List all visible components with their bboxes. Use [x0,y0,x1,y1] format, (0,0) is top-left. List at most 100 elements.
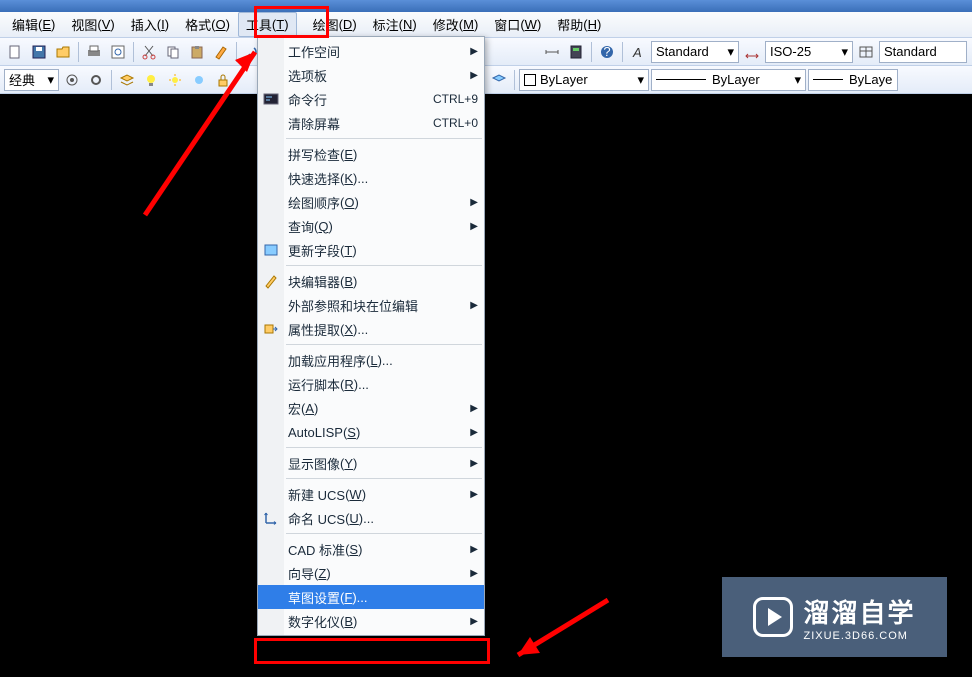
menu-macro[interactable]: 宏(A)▶ [258,396,484,420]
submenu-arrow-icon: ▶ [470,427,478,438]
menu-bar: 编辑(E) 视图(V) 插入(I) 格式(O) 工具(T) 绘图(D) 标注(N… [0,12,972,38]
submenu-arrow-icon: ▶ [470,616,478,627]
open-icon[interactable] [52,41,74,63]
separator [111,70,112,90]
toolbar-standard: ? A Standard▾ ISO-25▾ Standard [0,38,972,66]
submenu-arrow-icon: ▶ [470,458,478,469]
separator [591,42,592,62]
table-style-icon[interactable] [855,41,877,63]
commandline-icon [262,90,280,108]
menu-separator [286,138,482,139]
separator [78,42,79,62]
menu-edit[interactable]: 编辑(E) [4,12,63,37]
color-dropdown[interactable]: ByLayer▾ [519,69,649,91]
submenu-arrow-icon: ▶ [470,70,478,81]
table-style-dropdown[interactable]: Standard [879,41,967,63]
match-icon[interactable] [210,41,232,63]
menu-format[interactable]: 格式(O) [177,12,238,37]
gear-icon[interactable] [85,69,107,91]
separator [236,42,237,62]
menu-named-ucs[interactable]: 命名 UCS(U)... [258,506,484,530]
menu-draworder[interactable]: 绘图顺序(O)▶ [258,190,484,214]
menu-spellcheck[interactable]: 拼写检查(E) [258,142,484,166]
menu-help[interactable]: 帮助(H) [549,12,609,37]
menu-new-ucs[interactable]: 新建 UCS(W)▶ [258,482,484,506]
dim-icon[interactable] [541,41,563,63]
cut-icon[interactable] [138,41,160,63]
freeze-icon[interactable] [188,69,210,91]
menu-updatefields[interactable]: 更新字段(T) [258,238,484,262]
menu-display-image[interactable]: 显示图像(Y)▶ [258,451,484,475]
submenu-arrow-icon: ▶ [470,544,478,555]
menu-separator [286,533,482,534]
chevron-down-icon: ▾ [47,72,54,88]
text-style-icon[interactable]: A [627,41,649,63]
text-style-dropdown[interactable]: Standard▾ [651,41,739,63]
svg-text:A: A [632,45,642,60]
menu-autolisp[interactable]: AutoLISP(S)▶ [258,420,484,444]
menu-quickselect[interactable]: 快速选择(K)... [258,166,484,190]
chevron-down-icon: ▾ [841,44,848,60]
menu-run-script[interactable]: 运行脚本(R)... [258,372,484,396]
print-icon[interactable] [83,41,105,63]
menu-separator [286,447,482,448]
menu-commandline[interactable]: 命令行CTRL+9 [258,87,484,111]
calc-icon[interactable] [565,41,587,63]
menu-modify[interactable]: 修改(M) [425,12,487,37]
menu-workspace[interactable]: 工作空间▶ [258,39,484,63]
ucs-icon [262,509,280,527]
menu-insert[interactable]: 插入(I) [123,12,177,37]
ws-settings-icon[interactable] [61,69,83,91]
menu-draw[interactable]: 绘图(D) [305,12,365,37]
block-edit-icon [262,272,280,290]
menu-blockeditor[interactable]: 块编辑器(B) [258,269,484,293]
menu-view[interactable]: 视图(V) [63,12,122,37]
menu-attr-extract[interactable]: 属性提取(X)... [258,317,484,341]
dim-style-dropdown[interactable]: ISO-25▾ [765,41,853,63]
menu-inquiry[interactable]: 查询(Q)▶ [258,214,484,238]
help-icon[interactable]: ? [596,41,618,63]
menu-tools[interactable]: 工具(T) [238,12,297,37]
separator [133,42,134,62]
menu-separator [286,265,482,266]
menu-window[interactable]: 窗口(W) [486,12,549,37]
menu-wizards[interactable]: 向导(Z)▶ [258,561,484,585]
lineweight-dropdown[interactable]: ByLaye [808,69,898,91]
bulb-icon[interactable] [140,69,162,91]
lock-icon[interactable] [212,69,234,91]
chevron-down-icon: ▾ [637,72,644,88]
toolbar-layers: 经典▾ ByLayer▾ ByLayer▾ ByLaye [0,66,972,94]
watermark-title: 溜溜自学 [803,593,915,630]
menu-palettes[interactable]: 选项板▶ [258,63,484,87]
save-icon[interactable] [28,41,50,63]
submenu-arrow-icon: ▶ [470,489,478,500]
linetype-dropdown[interactable]: ByLayer▾ [651,69,806,91]
menu-drafting-settings[interactable]: 草图设置(F)... [258,585,484,609]
separator [514,70,515,90]
separator [622,42,623,62]
layers-icon[interactable] [116,69,138,91]
submenu-arrow-icon: ▶ [470,197,478,208]
menu-cad-standards[interactable]: CAD 标准(S)▶ [258,537,484,561]
sun-icon[interactable] [164,69,186,91]
menu-cleanscreen[interactable]: 清除屏幕CTRL+0 [258,111,484,135]
field-icon [262,241,280,259]
submenu-arrow-icon: ▶ [470,568,478,579]
menu-dimension[interactable]: 标注(N) [365,12,425,37]
play-icon [753,597,793,637]
attr-extract-icon [262,320,280,338]
paste-icon[interactable] [186,41,208,63]
copy-icon[interactable] [162,41,184,63]
menu-load-app[interactable]: 加载应用程序(L)... [258,348,484,372]
menu-tablet[interactable]: 数字化仪(B)▶ [258,609,484,633]
tools-dropdown-menu: 工作空间▶ 选项板▶ 命令行CTRL+9 清除屏幕CTRL+0 拼写检查(E) … [257,36,485,636]
new-icon[interactable] [4,41,26,63]
layer-prev-icon[interactable] [488,69,510,91]
workspace-dropdown[interactable]: 经典▾ [4,69,59,91]
dim-style-icon[interactable] [741,41,763,63]
chevron-down-icon: ▾ [794,72,801,88]
plot-preview-icon[interactable] [107,41,129,63]
chevron-down-icon: ▾ [727,44,734,60]
menu-xref-edit[interactable]: 外部参照和块在位编辑▶ [258,293,484,317]
menu-separator [286,478,482,479]
